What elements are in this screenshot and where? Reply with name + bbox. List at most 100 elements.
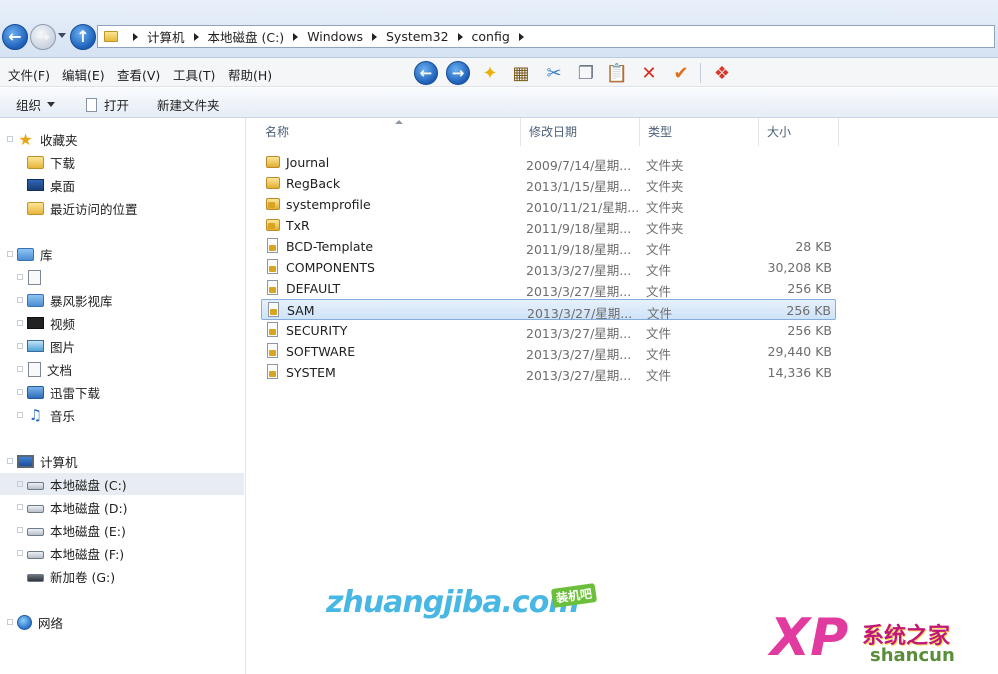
nav-libraries[interactable]: 库 (0, 243, 53, 265)
nav-desktop[interactable]: 桌面 (0, 174, 75, 196)
file-name: TxR (286, 218, 310, 233)
recent-pages-dropdown[interactable] (58, 33, 66, 38)
locked-file-icon (267, 259, 278, 274)
open-button[interactable]: 打开 (86, 95, 129, 114)
address-bar-area: ← → ↑ 计算机 本地磁盘 (C:) Windows System32 con… (0, 0, 998, 58)
expand-icon[interactable] (17, 274, 23, 280)
table-row[interactable]: BCD-Template 2011/9/18/星期... 文件 28 KB (261, 236, 836, 257)
expand-icon[interactable] (17, 527, 23, 533)
expand-icon[interactable] (7, 251, 13, 257)
copy-icon[interactable]: ❐ (573, 60, 599, 86)
windows-logo-icon[interactable]: ❖ (709, 60, 735, 86)
column-header-size[interactable]: 大小 (759, 118, 839, 146)
file-size: 256 KB (786, 303, 831, 318)
gallery-icon[interactable]: ▦ (508, 60, 534, 86)
folder-icon (104, 31, 118, 42)
forward-button[interactable]: → (30, 24, 56, 50)
nav-network[interactable]: 网络 (0, 611, 63, 633)
nav-drive-c[interactable]: 本地磁盘 (C:) (0, 473, 244, 495)
breadcrumb-system32[interactable]: System32 (386, 29, 449, 44)
toolbar-forward-icon[interactable]: → (446, 61, 470, 85)
menu-edit[interactable]: 编辑(E) (62, 65, 105, 84)
chevron-right-icon[interactable] (133, 32, 138, 41)
expand-icon[interactable] (17, 481, 23, 487)
paste-icon[interactable]: 📋 (604, 60, 630, 86)
expand-icon[interactable] (17, 550, 23, 556)
nav-library-unnamed[interactable] (0, 266, 47, 288)
expand-icon[interactable] (17, 412, 23, 418)
new-folder-label: 新建文件夹 (157, 98, 220, 113)
menu-file[interactable]: 文件(F) (8, 65, 50, 84)
folder-icon (266, 156, 280, 168)
chevron-right-icon[interactable] (518, 32, 524, 41)
table-row[interactable]: SAM 2013/3/27/星期... 文件 256 KB (261, 299, 836, 321)
menu-tools[interactable]: 工具(T) (173, 65, 215, 84)
removable-drive-icon (27, 574, 44, 582)
nav-documents[interactable]: 文档 (0, 358, 72, 380)
expand-icon[interactable] (7, 136, 13, 142)
address-bar[interactable]: 计算机 本地磁盘 (C:) Windows System32 config (97, 25, 995, 48)
table-row[interactable]: systemprofile 2010/11/21/星期... 文件夹 (261, 194, 836, 215)
cut-icon[interactable]: ✂ (541, 60, 567, 86)
nav-music-label: 音乐 (50, 408, 76, 424)
nav-downloads-label: 下载 (50, 155, 76, 171)
nav-drive-f[interactable]: 本地磁盘 (F:) (0, 542, 124, 564)
column-size-label: 大小 (767, 125, 792, 139)
nav-recent[interactable]: 最近访问的位置 (0, 197, 138, 219)
column-header-date[interactable]: 修改日期 (521, 118, 640, 146)
expand-icon[interactable] (17, 343, 23, 349)
table-row[interactable]: SOFTWARE 2013/3/27/星期... 文件 29,440 KB (261, 341, 836, 362)
chevron-right-icon[interactable] (372, 32, 377, 41)
expand-icon[interactable] (17, 320, 23, 326)
nav-xunlei[interactable]: 迅雷下载 (0, 381, 100, 403)
nav-favorites[interactable]: ★ 收藏夹 (0, 128, 78, 150)
up-button[interactable]: ↑ (70, 24, 96, 50)
table-row[interactable]: TxR 2011/9/18/星期... 文件夹 (261, 215, 836, 236)
nav-network-label: 网络 (38, 615, 64, 631)
table-row[interactable]: Journal 2009/7/14/星期... 文件夹 (261, 152, 836, 173)
breadcrumb-config[interactable]: config (472, 29, 510, 44)
collapse-icon[interactable] (7, 458, 13, 464)
menu-help[interactable]: 帮助(H) (228, 65, 272, 84)
column-header-type[interactable]: 类型 (640, 118, 759, 146)
expand-icon[interactable] (17, 297, 23, 303)
new-item-icon[interactable]: ✦ (477, 60, 503, 86)
table-row[interactable]: RegBack 2013/1/15/星期... 文件夹 (261, 173, 836, 194)
table-row[interactable]: SECURITY 2013/3/27/星期... 文件 256 KB (261, 320, 836, 341)
delete-icon[interactable]: ✕ (636, 60, 662, 86)
breadcrumb-windows[interactable]: Windows (307, 29, 363, 44)
expand-icon[interactable] (17, 389, 23, 395)
expand-icon[interactable] (17, 366, 23, 372)
chevron-right-icon[interactable] (193, 32, 199, 41)
file-date: 2011/9/18/星期... (526, 242, 632, 257)
folder-icon (266, 198, 280, 210)
organize-button[interactable]: 组织 (16, 95, 56, 114)
expand-icon[interactable] (7, 619, 13, 625)
properties-check-icon[interactable]: ✔ (668, 60, 694, 86)
sort-ascending-icon (395, 120, 403, 124)
table-row[interactable]: DEFAULT 2013/3/27/星期... 文件 256 KB (261, 278, 836, 299)
new-folder-button[interactable]: 新建文件夹 (157, 95, 220, 114)
table-row[interactable]: SYSTEM 2013/3/27/星期... 文件 14,336 KB (261, 362, 836, 383)
chevron-right-icon[interactable] (293, 32, 299, 41)
toolbar-back-icon[interactable]: ← (414, 61, 438, 85)
nav-videos[interactable]: 视频 (0, 312, 75, 334)
nav-drive-f-label: 本地磁盘 (F:) (50, 546, 125, 562)
breadcrumb-drive-c[interactable]: 本地磁盘 (C:) (208, 27, 285, 46)
expand-icon[interactable] (17, 504, 23, 510)
nav-computer[interactable]: 计算机 (0, 450, 78, 472)
chevron-right-icon[interactable] (457, 32, 463, 41)
file-date: 2013/3/27/星期... (526, 347, 632, 362)
nav-pictures[interactable]: 图片 (0, 335, 75, 357)
table-row[interactable]: COMPONENTS 2013/3/27/星期... 文件 30,208 KB (261, 257, 836, 278)
back-button[interactable]: ← (2, 24, 28, 50)
nav-downloads[interactable]: 下载 (0, 151, 75, 173)
nav-baofeng[interactable]: 暴风影视库 (0, 289, 113, 311)
column-header-name[interactable]: 名称 (257, 118, 521, 146)
nav-drive-g[interactable]: 新加卷 (G:) (0, 565, 115, 587)
breadcrumb-computer[interactable]: 计算机 (147, 27, 185, 46)
nav-music[interactable]: ♫ 音乐 (0, 404, 75, 426)
nav-drive-d[interactable]: 本地磁盘 (D:) (0, 496, 128, 518)
menu-view[interactable]: 查看(V) (117, 65, 160, 84)
nav-drive-e[interactable]: 本地磁盘 (E:) (0, 519, 126, 541)
